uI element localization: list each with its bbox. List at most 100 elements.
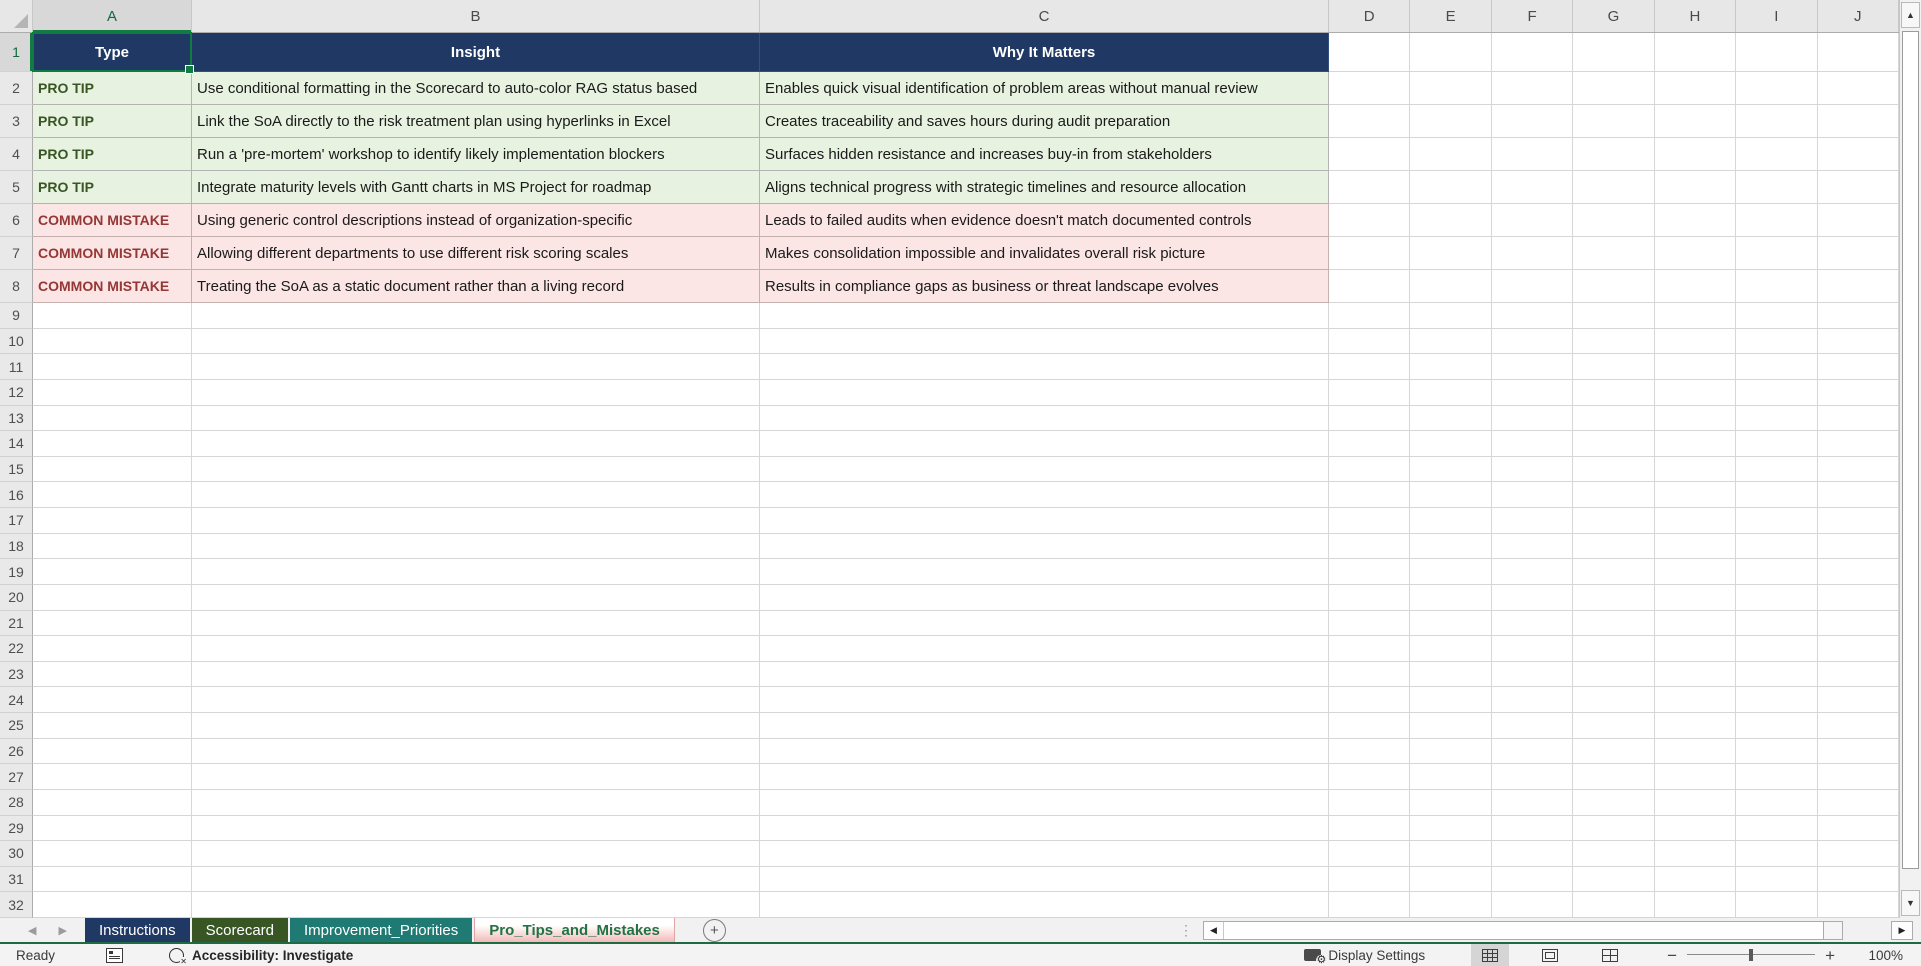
cell-G32[interactable] [1573,892,1655,918]
cell-E19[interactable] [1410,559,1492,585]
cell-E17[interactable] [1410,508,1492,534]
column-header-G[interactable]: G [1573,0,1655,32]
horizontal-scrollbar[interactable]: ◀ [1203,920,1843,940]
cell-E8[interactable] [1410,270,1492,303]
cell-G15[interactable] [1573,456,1655,483]
cell-F21[interactable] [1491,610,1574,637]
cell-F1[interactable] [1491,33,1574,72]
cell-H14[interactable] [1654,431,1737,457]
row-header-4[interactable]: 4 [0,138,33,171]
cell-A5[interactable]: PRO TIP [33,171,192,204]
row-header-27[interactable]: 27 [0,764,33,790]
vertical-scrollbar-thumb[interactable] [1902,31,1919,869]
cell-J7[interactable] [1817,237,1899,270]
cell-B15[interactable] [192,456,760,483]
cell-B4[interactable]: Run a 'pre-mortem' workshop to identify … [192,138,760,171]
cell-F6[interactable] [1491,204,1574,237]
cell-G11[interactable] [1573,354,1655,380]
cell-F9[interactable] [1491,303,1574,329]
cell-C5[interactable]: Aligns technical progress with strategic… [760,171,1329,204]
prev-sheet-icon[interactable]: ◀ [28,924,36,937]
cell-A1[interactable]: Type [33,33,192,72]
cell-E4[interactable] [1410,138,1492,171]
cell-C12[interactable] [760,379,1329,406]
cell-D25[interactable] [1329,713,1411,739]
cell-E15[interactable] [1410,456,1492,483]
column-header-C[interactable]: C [760,0,1329,32]
cell-C11[interactable] [760,354,1329,380]
cell-A6[interactable]: COMMON MISTAKE [33,204,192,237]
cell-G21[interactable] [1573,610,1655,637]
cell-F16[interactable] [1491,482,1574,508]
cell-I32[interactable] [1736,892,1818,918]
cell-B5[interactable]: Integrate maturity levels with Gantt cha… [192,171,760,204]
cell-C21[interactable] [760,610,1329,637]
cell-D10[interactable] [1329,328,1411,355]
cell-E31[interactable] [1410,866,1492,893]
cell-J9[interactable] [1817,303,1899,329]
zoom-level[interactable]: 100% [1845,948,1921,963]
cell-I17[interactable] [1736,508,1818,534]
cell-I23[interactable] [1736,661,1818,688]
row-header-29[interactable]: 29 [0,815,33,842]
cell-C14[interactable] [760,431,1329,457]
cell-B18[interactable] [192,533,760,560]
cell-A4[interactable]: PRO TIP [33,138,192,171]
cell-D17[interactable] [1329,508,1411,534]
cell-C6[interactable]: Leads to failed audits when evidence doe… [760,204,1329,237]
cell-H17[interactable] [1654,508,1737,534]
cell-F2[interactable] [1491,72,1574,105]
cell-J11[interactable] [1817,354,1899,380]
cell-I15[interactable] [1736,456,1818,483]
cell-I20[interactable] [1736,584,1818,611]
cell-G22[interactable] [1573,636,1655,662]
cell-I2[interactable] [1736,72,1818,105]
cell-D6[interactable] [1329,204,1411,237]
page-break-view-button[interactable] [1591,944,1629,966]
sheet-tab-instructions[interactable]: Instructions [84,918,190,942]
cell-B30[interactable] [192,841,760,867]
cell-C20[interactable] [760,584,1329,611]
cell-G20[interactable] [1573,584,1655,611]
cell-C13[interactable] [760,405,1329,432]
cell-H28[interactable] [1654,789,1737,816]
cell-I10[interactable] [1736,328,1818,355]
cell-F19[interactable] [1491,559,1574,585]
row-header-20[interactable]: 20 [0,584,33,611]
cell-B8[interactable]: Treating the SoA as a static document ra… [192,270,760,303]
column-header-D[interactable]: D [1329,0,1411,32]
cell-E1[interactable] [1410,33,1492,72]
cell-F15[interactable] [1491,456,1574,483]
cell-D1[interactable] [1329,33,1411,72]
cell-A13[interactable] [33,405,192,432]
column-header-J[interactable]: J [1818,0,1899,32]
cell-F24[interactable] [1491,687,1574,713]
accessibility-status[interactable]: Accessibility: Investigate [192,948,353,963]
cell-C19[interactable] [760,559,1329,585]
row-header-15[interactable]: 15 [0,456,33,483]
cell-C30[interactable] [760,841,1329,867]
cell-H11[interactable] [1654,354,1737,380]
cell-E10[interactable] [1410,328,1492,355]
cell-E3[interactable] [1410,105,1492,138]
row-header-13[interactable]: 13 [0,405,33,432]
cell-G1[interactable] [1573,33,1655,72]
cell-G5[interactable] [1573,171,1655,204]
row-header-21[interactable]: 21 [0,610,33,637]
cell-A25[interactable] [33,713,192,739]
cell-I22[interactable] [1736,636,1818,662]
column-header-H[interactable]: H [1655,0,1737,32]
cell-D29[interactable] [1329,815,1411,842]
cell-I26[interactable] [1736,738,1818,765]
cell-D27[interactable] [1329,764,1411,790]
cell-I28[interactable] [1736,789,1818,816]
cell-B23[interactable] [192,661,760,688]
cell-A14[interactable] [33,431,192,457]
cell-I16[interactable] [1736,482,1818,508]
cell-B27[interactable] [192,764,760,790]
cell-B32[interactable] [192,892,760,918]
cell-F25[interactable] [1491,713,1574,739]
cell-F23[interactable] [1491,661,1574,688]
cell-C31[interactable] [760,866,1329,893]
zoom-slider-handle[interactable] [1748,949,1753,961]
